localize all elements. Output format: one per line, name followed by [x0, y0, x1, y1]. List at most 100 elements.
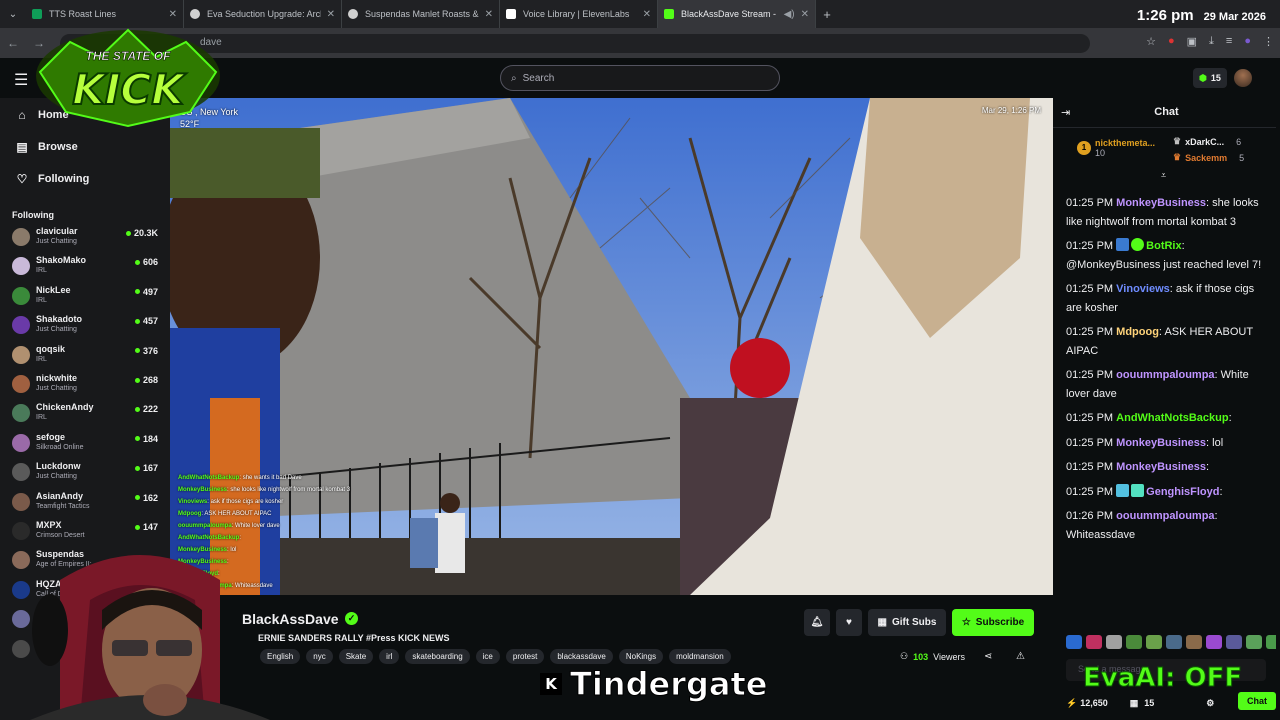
stream-tag[interactable]: blackassdave: [550, 649, 613, 664]
chat-username[interactable]: MonkeyBusiness: [1116, 437, 1206, 449]
follow-heart-button[interactable]: ♥: [836, 609, 862, 636]
search-input[interactable]: ⌕ Search: [500, 65, 780, 91]
nav-following[interactable]: ♡ Following: [16, 172, 90, 186]
following-channel[interactable]: clavicular Just Chatting 20.3K: [12, 224, 162, 252]
share-icon[interactable]: ⋖: [984, 651, 992, 662]
chat-message[interactable]: 01:25 PM GenghisFloyd:: [1066, 483, 1271, 502]
video-timestamp: Mar 29, 1:26 PM: [981, 106, 1041, 115]
browser-tab[interactable]: Voice Library | ElevenLabs ✕: [500, 0, 658, 28]
chat-username[interactable]: oouummpaloumpa: [1116, 369, 1214, 381]
tab-favicon: [32, 9, 42, 19]
browser-tab-active[interactable]: BlackAssDave Stream - Wat ◀) ✕: [658, 0, 816, 28]
emote-icon[interactable]: [1066, 635, 1082, 649]
expand-leaderboard-icon[interactable]: ⩡: [1161, 170, 1166, 181]
chat-message[interactable]: 01:26 PM oouummpaloumpa: Whiteassdave: [1066, 507, 1271, 544]
chat-username[interactable]: Vinoviews: [1116, 283, 1170, 295]
following-channel[interactable]: nickwhite Just Chatting 268: [12, 371, 162, 399]
chat-message[interactable]: 01:25 PM Vinoviews: ask if those cigs ar…: [1066, 280, 1271, 317]
menu-dots-icon[interactable]: ⋮: [1263, 35, 1274, 48]
chat-username[interactable]: AndWhatNotsBackup: [1116, 412, 1228, 424]
stream-tag[interactable]: Skate: [338, 649, 374, 664]
emote-icon[interactable]: [1086, 635, 1102, 649]
bookmark-star-icon[interactable]: ☆: [1146, 35, 1156, 48]
close-icon[interactable]: ✕: [485, 9, 493, 20]
emote-icon[interactable]: [1106, 635, 1122, 649]
subscribe-button[interactable]: ☆ Subscribe: [952, 609, 1034, 636]
notification-bell-button[interactable]: 🔔︎: [804, 609, 830, 636]
leaderboard-entry[interactable]: ♛ xDarkC... 6: [1173, 136, 1241, 147]
following-channel[interactable]: NickLee IRL 497: [12, 283, 162, 311]
gift-badge-icon: [1131, 483, 1145, 497]
following-channel[interactable]: sefoge Silkroad Online 184: [12, 430, 162, 458]
close-icon[interactable]: ✕: [327, 9, 335, 20]
chat-message[interactable]: 01:25 PM MonkeyBusiness: she looks like …: [1066, 194, 1271, 231]
video-player[interactable]: US , New York 52°F Mar 29, 1:26 PM AndWh…: [170, 98, 1053, 595]
stream-tag[interactable]: protest: [505, 649, 545, 664]
puzzle-icon[interactable]: ▣: [1187, 35, 1197, 48]
following-channel[interactable]: Shakadoto Just Chatting 457: [12, 312, 162, 340]
browser-tab[interactable]: Suspendas Manlet Roasts & TT ✕: [342, 0, 500, 28]
close-icon[interactable]: ✕: [643, 9, 651, 20]
emote-icon[interactable]: [1166, 635, 1182, 649]
emote-icon[interactable]: [1206, 635, 1222, 649]
following-channel[interactable]: qoqsik IRL 376: [12, 342, 162, 370]
speaker-icon[interactable]: ◀): [784, 9, 795, 20]
gifts-count[interactable]: 15: [1144, 698, 1154, 708]
chat-message[interactable]: 01:25 PM MonkeyBusiness:: [1066, 458, 1271, 477]
emote-icon[interactable]: [1186, 635, 1202, 649]
chat-username[interactable]: GenghisFloyd: [1146, 486, 1219, 498]
chat-message[interactable]: 01:25 PM AndWhatNotsBackup:: [1066, 409, 1271, 428]
stream-tag[interactable]: NoKings: [618, 649, 664, 664]
report-icon[interactable]: ⚠: [1016, 651, 1025, 662]
stream-tag[interactable]: skateboarding: [405, 649, 470, 664]
extension-icon[interactable]: ●: [1168, 35, 1175, 48]
kicks-count[interactable]: 12,650: [1080, 698, 1108, 708]
chat-username[interactable]: MonkeyBusiness: [1116, 197, 1206, 209]
download-icon[interactable]: ⤓: [1209, 35, 1214, 48]
channel-category: Just Chatting: [36, 238, 77, 245]
facecam-overlay: [30, 555, 270, 720]
tab-search-icon[interactable]: ⌄: [0, 0, 26, 28]
emote-icon[interactable]: [1246, 635, 1262, 649]
chat-message[interactable]: 01:25 PM oouummpaloumpa: White lover dav…: [1066, 366, 1271, 403]
following-channel[interactable]: ChickenAndy IRL 222: [12, 400, 162, 428]
chat-username[interactable]: BotRix: [1146, 240, 1181, 252]
emote-icon[interactable]: [1126, 635, 1142, 649]
chat-send-button[interactable]: Chat: [1238, 692, 1276, 710]
chat-message[interactable]: 01:25 PM Mdpoog: ASK HER ABOUT AIPAC: [1066, 323, 1271, 360]
stream-tag[interactable]: irl: [379, 649, 400, 664]
points-badge[interactable]: ⬢ 15: [1193, 68, 1227, 88]
chat-username[interactable]: oouummpaloumpa: [1116, 510, 1214, 522]
leaderboard-entry[interactable]: ♛ Sackemm 5: [1173, 152, 1244, 163]
page-scrollbar[interactable]: [1276, 98, 1280, 720]
emote-icon[interactable]: [1146, 635, 1162, 649]
chat-message[interactable]: 01:25 PM BotRix: @MonkeyBusiness just re…: [1066, 237, 1271, 274]
profile-icon[interactable]: ●: [1244, 35, 1251, 48]
emote-icon[interactable]: [1226, 635, 1242, 649]
crown-icon: ♛: [1173, 152, 1182, 162]
chat-username[interactable]: MonkeyBusiness: [1116, 461, 1206, 473]
media-icon[interactable]: ≡: [1226, 35, 1232, 48]
clock-time: 1:26 pm: [1136, 7, 1194, 24]
settings-gear-icon[interactable]: ⚙: [1206, 698, 1214, 709]
following-channel[interactable]: AsianAndy Teamfight Tactics 162: [12, 489, 162, 517]
close-icon[interactable]: ✕: [801, 9, 809, 20]
back-icon[interactable]: ←: [0, 36, 26, 50]
user-avatar[interactable]: [1234, 69, 1252, 87]
close-icon[interactable]: ✕: [169, 9, 177, 20]
live-dot-icon: [134, 348, 140, 354]
following-channel[interactable]: Luckdonw Just Chatting 167: [12, 459, 162, 487]
stream-tag[interactable]: nyc: [306, 649, 333, 664]
following-channel[interactable]: ShakoMako IRL 606: [12, 253, 162, 281]
new-tab-button[interactable]: +: [816, 7, 838, 22]
chat-message[interactable]: 01:25 PM MonkeyBusiness: lol: [1066, 434, 1271, 453]
gift-subs-button[interactable]: ▦ Gift Subs: [868, 609, 946, 636]
overlay-chat-line: oouummpaloumpa: White lover dave: [178, 523, 280, 529]
hamburger-menu-icon[interactable]: ☰: [14, 70, 28, 90]
leaderboard-entry[interactable]: 1 nickthemeta... 10: [1077, 138, 1155, 158]
channel-category: Crimson Desert: [36, 532, 85, 539]
chat-username[interactable]: Mdpoog: [1116, 326, 1159, 338]
stream-tag[interactable]: moldmansion: [669, 649, 731, 664]
stream-tag[interactable]: ice: [475, 649, 500, 664]
nav-browse[interactable]: ▤ Browse: [16, 140, 77, 154]
